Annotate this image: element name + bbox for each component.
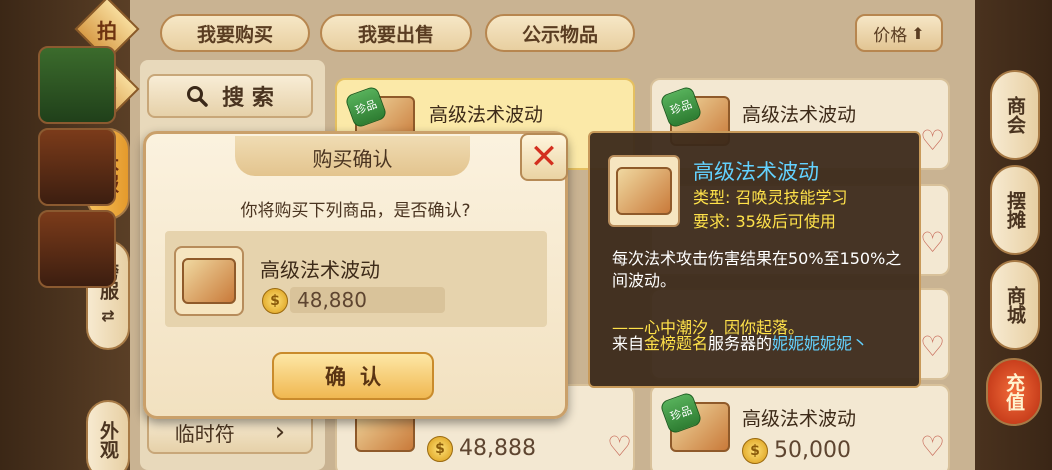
tab-recharge-label: 充值	[1003, 373, 1025, 411]
heart-icon[interactable]: ♡	[920, 330, 945, 363]
item-card-name: 高级法术波动	[742, 104, 857, 126]
category-thumb[interactable]	[38, 128, 116, 206]
tooltip-item-icon-frame	[608, 155, 680, 227]
tab-sell[interactable]: 我要出售	[320, 14, 472, 52]
dialog-item-icon-frame	[174, 246, 244, 316]
tab-outfit-label: 外观	[97, 421, 119, 459]
tooltip-item-name: 高级法术波动	[693, 160, 819, 184]
arrow-up-icon: ⬆	[911, 23, 925, 43]
heart-icon[interactable]: ♡	[920, 226, 945, 259]
tooltip-item-source: 来自金榜题名服务器的妮妮妮妮妮丶	[612, 334, 902, 354]
close-button[interactable]: ✕	[520, 133, 568, 181]
heart-icon[interactable]: ♡	[920, 124, 945, 157]
dialog-title: 购买确认	[312, 147, 393, 171]
heart-icon[interactable]: ♡	[920, 430, 945, 463]
item-card-name: 高级法术波动	[429, 104, 544, 126]
tab-sell-label: 我要出售	[357, 23, 434, 46]
tab-outfit[interactable]: 外观	[86, 400, 130, 470]
swap-icon: ⇄	[101, 306, 115, 325]
tab-stall-label: 摆摊	[1004, 191, 1026, 229]
coin-icon: $	[262, 288, 288, 314]
price-sort-label: 价格	[873, 25, 908, 46]
rare-tag-label: 珍品	[668, 97, 694, 118]
category-thumb[interactable]	[38, 46, 116, 124]
item-card-name: 高级法术波动	[742, 408, 857, 430]
tab-stall[interactable]: 摆摊	[990, 165, 1040, 255]
scroll-item-icon	[616, 167, 672, 215]
tooltip-source-server: 金榜题名	[644, 334, 709, 353]
coin-icon: $	[427, 436, 453, 462]
confirm-button-label: 确认	[325, 365, 395, 389]
category-thumb[interactable]	[38, 210, 116, 288]
close-icon: ✕	[529, 137, 559, 177]
dialog-item-price: 48,880	[297, 288, 367, 312]
tab-buy-label: 我要购买	[196, 23, 273, 46]
item-card-price: 48,888	[459, 436, 536, 461]
tab-commerce[interactable]: 商会	[990, 70, 1040, 160]
chevron-right-icon: ›	[274, 417, 286, 447]
dialog-item-name: 高级法术波动	[260, 258, 380, 282]
tooltip-item-type: 类型: 召唤灵技能学习	[693, 188, 848, 207]
tab-mall-label: 商城	[1004, 286, 1026, 324]
tab-public[interactable]: 公示物品	[485, 14, 635, 52]
price-sort-button[interactable]: 价格 ⬆	[855, 14, 943, 52]
item-card-price: 50,000	[774, 438, 851, 463]
tooltip-item-requirement: 要求: 35级后可使用	[693, 212, 836, 231]
tab-buy[interactable]: 我要购买	[160, 14, 310, 52]
tooltip-source-player: 妮妮妮妮妮丶	[772, 334, 869, 353]
heart-icon[interactable]: ♡	[607, 430, 632, 463]
rare-tag-label: 珍品	[668, 403, 694, 424]
tab-commerce-label: 商会	[1004, 96, 1026, 134]
tooltip-item-description: 每次法术攻击伤害结果在50%至150%之间波动。	[612, 249, 902, 290]
dialog-question: 你将购买下列商品，是否确认?	[240, 201, 471, 221]
tooltip-source-mid: 服务器的	[708, 334, 773, 353]
confirm-button[interactable]: 确认	[272, 352, 434, 400]
tooltip-source-prefix: 来自	[612, 334, 645, 353]
search-icon	[187, 86, 208, 107]
tab-public-label: 公示物品	[521, 23, 598, 46]
tab-mall[interactable]: 商城	[990, 260, 1040, 350]
coin-icon: $	[742, 438, 768, 464]
search-label: 搜 索	[222, 86, 274, 111]
tab-recharge[interactable]: 充值	[986, 358, 1042, 426]
rare-tag-label: 珍品	[353, 97, 379, 118]
item-card[interactable]: 珍品 高级法术波动 $ 50,000 ♡	[650, 384, 950, 470]
scroll-item-icon	[182, 258, 236, 304]
temp-category-label: 临时符	[174, 421, 235, 446]
search-button[interactable]: 搜 索	[147, 74, 313, 118]
